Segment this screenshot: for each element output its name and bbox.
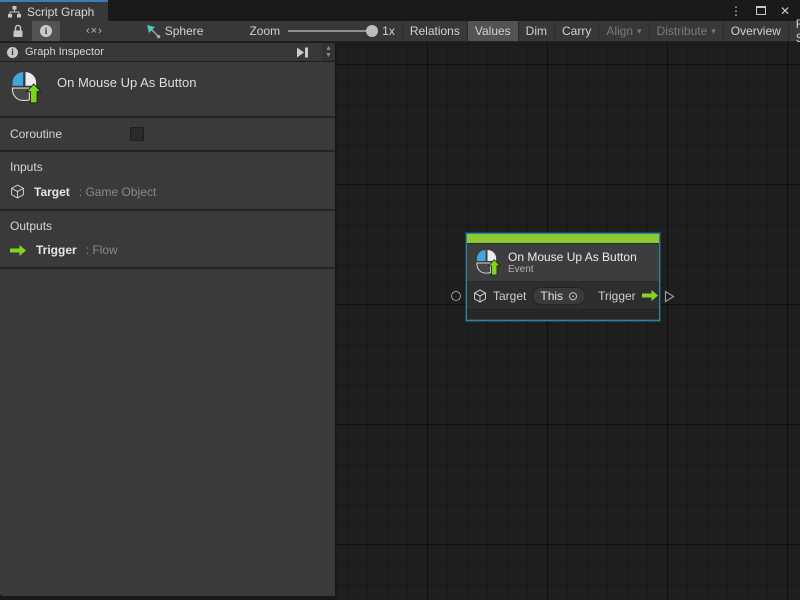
pill-value: This	[540, 288, 564, 303]
output-port-connector[interactable]	[664, 290, 675, 303]
toolbar-button-carry[interactable]: Carry	[554, 21, 598, 41]
chevron-down-icon: ▾	[637, 25, 642, 36]
toolbar-button-values[interactable]: Values	[466, 21, 518, 41]
edit-source-button[interactable]: ‹×›	[78, 21, 111, 41]
inspector-header-title: Graph Inspector	[25, 46, 104, 58]
toolbar-view-buttons: Relations Values Dim Carry Align ▾ Distr…	[401, 17, 800, 45]
spinner-up-icon[interactable]: ▲	[325, 45, 332, 52]
graph-inspector-panel: i Graph Inspector ▲ ▼ On Mouse Up As But…	[0, 43, 336, 596]
unit-title-section: On Mouse Up As Button	[0, 62, 335, 118]
window-menu-icon[interactable]: ⋮	[730, 4, 742, 18]
output-port-item: Trigger : Flow	[10, 243, 325, 257]
toolbar-button-overview[interactable]: Overview	[722, 21, 788, 41]
code-icon: ‹×›	[86, 25, 103, 37]
button-label: Dim	[525, 24, 547, 38]
port-name: Trigger	[36, 243, 77, 257]
graph-canvas[interactable]: On Mouse Up As Button Event Target This …	[337, 42, 800, 600]
toolbar-button-fullscreen[interactable]: Full Screen	[787, 17, 800, 45]
button-label: Distribute	[656, 24, 708, 38]
graph-owner-label: Sphere	[164, 24, 204, 38]
node-footer-strip	[467, 309, 659, 319]
window-controls: ⋮ ✕	[730, 0, 800, 21]
port-type: : Game Object	[78, 184, 157, 199]
unit-title: On Mouse Up As Button	[57, 75, 197, 90]
node-input-label: Target	[493, 288, 527, 303]
graph-toolbar: i ‹×› Sphere Zoom 1x Relations Values Di…	[0, 17, 800, 45]
window-maximize-icon[interactable]	[755, 6, 766, 15]
node-port-row: Target This ⊙ Trigger	[467, 281, 659, 309]
dock-panel-icon[interactable]	[296, 47, 315, 58]
inputs-heading: Inputs	[10, 160, 43, 174]
info-icon: i	[7, 46, 18, 58]
zoom-control: Zoom 1x	[242, 21, 401, 41]
button-label: Carry	[562, 24, 592, 38]
outputs-heading: Outputs	[10, 219, 53, 233]
window-tab-bar: Script Graph ⋮ ✕	[0, 0, 800, 21]
node-subtitle: Event	[508, 263, 534, 275]
spinner-down-icon[interactable]: ▼	[325, 52, 332, 59]
zoom-label: Zoom	[249, 24, 281, 38]
graph-inspector-toggle-button[interactable]: i	[32, 21, 60, 41]
button-label: Full Screen	[795, 17, 800, 45]
cube-icon	[473, 288, 487, 303]
inspector-header: i Graph Inspector ▲ ▼	[0, 43, 335, 62]
tab-script-graph[interactable]: Script Graph	[0, 0, 109, 21]
coroutine-row: Coroutine	[0, 118, 335, 152]
flow-arrow-icon	[10, 244, 27, 257]
event-node-on-mouse-up-as-button[interactable]: On Mouse Up As Button Event Target This …	[451, 233, 675, 321]
toolbar-button-dim[interactable]: Dim	[517, 21, 554, 41]
node-header-text: On Mouse Up As Button Event	[508, 250, 637, 276]
graph-hierarchy-icon	[8, 5, 21, 18]
object-picker-icon[interactable]: ⊙	[568, 289, 578, 303]
outputs-section: Outputs Trigger : Flow	[0, 211, 335, 269]
graph-owner-indicator[interactable]: Sphere	[139, 21, 211, 41]
button-label: Values	[474, 24, 511, 38]
button-label: Overview	[730, 24, 781, 38]
flow-arrow-icon	[641, 289, 659, 302]
node-title: On Mouse Up As Button	[508, 249, 637, 264]
window-close-icon[interactable]: ✕	[780, 4, 790, 18]
target-value-pill[interactable]: This ⊙	[532, 286, 587, 305]
info-icon: i	[40, 25, 52, 37]
zoom-slider-handle[interactable]	[366, 25, 379, 37]
port-type: : Flow	[85, 243, 118, 257]
toolbar-button-relations[interactable]: Relations	[401, 21, 467, 41]
lock-icon	[12, 24, 24, 38]
scroll-spinner[interactable]: ▲ ▼	[322, 43, 335, 61]
tab-label: Script Graph	[27, 4, 95, 19]
input-port-item: Target : Game Object	[10, 184, 325, 199]
button-label: Relations	[409, 24, 460, 38]
toolbar-button-align[interactable]: Align ▾	[598, 21, 648, 41]
coroutine-checkbox[interactable]	[130, 127, 145, 141]
mouse-up-icon	[10, 71, 41, 104]
zoom-slider[interactable]	[288, 25, 379, 37]
mouse-up-icon	[475, 249, 500, 276]
inputs-section: Inputs Target : Game Object	[0, 152, 335, 211]
lock-button[interactable]	[4, 21, 32, 41]
input-port-connector[interactable]	[451, 291, 461, 301]
button-label: Align	[606, 24, 634, 38]
zoom-value: 1x	[382, 24, 395, 38]
chevron-down-icon: ▾	[711, 25, 716, 36]
script-graph-pointer-icon	[146, 24, 161, 39]
toolbar-button-distribute[interactable]: Distribute ▾	[648, 21, 723, 41]
cube-icon	[10, 184, 25, 199]
node-event-color-bar	[467, 234, 659, 244]
node-output-label: Trigger	[598, 288, 636, 303]
coroutine-label: Coroutine	[10, 127, 63, 141]
port-name: Target	[34, 184, 70, 199]
node-header[interactable]: On Mouse Up As Button Event	[467, 244, 659, 281]
